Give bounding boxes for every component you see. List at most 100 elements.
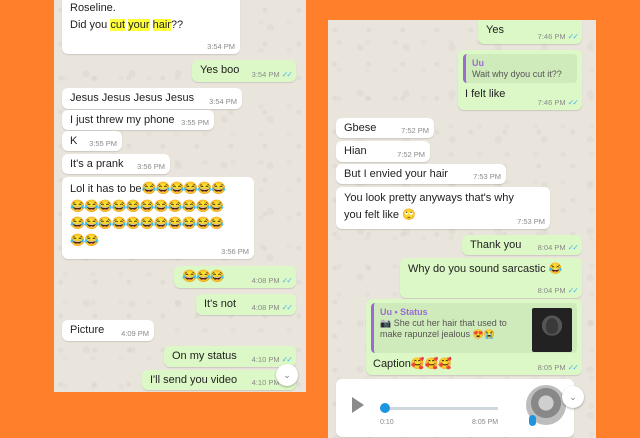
read-receipt-icon: ✓✓: [281, 303, 293, 312]
highlighted-word: your: [128, 19, 150, 31]
quoted-sender: Uu • Status: [380, 307, 428, 317]
read-receipt-icon: ✓✓: [567, 363, 579, 372]
message-text: Gbese: [344, 122, 377, 134]
message-outgoing[interactable]: On my status 4:10 PM ✓✓: [164, 346, 296, 367]
message-time: 3:54 PM: [209, 97, 237, 106]
message-outgoing[interactable]: It's not 4:08 PM ✓✓: [196, 294, 296, 315]
message-outgoing[interactable]: Why do you sound sarcastic 😂 8:04 PM ✓✓: [400, 258, 582, 298]
read-receipt-icon: ✓✓: [567, 98, 579, 107]
quoted-text: make rapunzel jealous 😍😭: [380, 329, 495, 339]
chat-panel-right: Yes 7:46 PM ✓✓ Uu Wait why dyou cut it?? …: [328, 20, 596, 438]
message-text: Thank you: [470, 239, 522, 251]
message-text: I felt like: [465, 88, 506, 100]
message-incoming[interactable]: Hian 7:52 PM: [336, 141, 430, 162]
message-time: 3:55 PM: [181, 118, 209, 127]
message-outgoing[interactable]: Yes 7:46 PM ✓✓: [478, 20, 582, 44]
message-text: I just threw my phone: [70, 114, 175, 126]
message-text-line: Roseline.: [70, 2, 116, 14]
message-time: 7:46 PM: [537, 98, 566, 107]
message-text: Yes: [486, 24, 504, 36]
message-outgoing[interactable]: I'll send you video 4:10 PM✓✓: [142, 370, 296, 390]
emoji-row: 😂😂😂😂😂😂: [141, 181, 227, 195]
message-time: 4:08 PM: [251, 303, 280, 312]
quoted-text: Wait why dyou cut it??: [472, 69, 562, 79]
message-time: 8:04 PM: [537, 286, 566, 295]
message-text: Caption🥰🥰🥰: [373, 358, 453, 370]
message-incoming[interactable]: But I envied your hair 7:53 PM: [336, 164, 506, 184]
message-time: 3:56 PM: [137, 162, 165, 171]
message-text: I'll send you video: [150, 374, 238, 386]
quoted-message[interactable]: Uu Wait why dyou cut it??: [463, 54, 577, 83]
message-meta: 3:54 PM ✓✓: [251, 70, 293, 80]
message-time: 7:46 PM: [537, 32, 566, 41]
message-time: 7:53 PM: [517, 217, 545, 226]
message-outgoing[interactable]: 😂😂😂 4:08 PM ✓✓: [174, 266, 296, 288]
message-text: It's not: [204, 298, 237, 310]
message-outgoing[interactable]: Thank you 8:04 PM ✓✓: [462, 235, 582, 255]
scroll-to-bottom-button[interactable]: ⌄: [562, 386, 584, 408]
message-incoming[interactable]: K 3:55 PM: [62, 131, 122, 151]
audio-elapsed: 0:10: [380, 419, 394, 426]
chevron-down-icon: ⌄: [283, 369, 291, 380]
message-incoming[interactable]: Lol it has to be😂😂😂😂😂😂 😂😂😂😂😂😂😂😂😂😂😂 😂😂😂😂😂…: [62, 177, 254, 259]
message-outgoing[interactable]: Uu Wait why dyou cut it?? I felt like 7:…: [458, 50, 582, 110]
message-text: Hian: [344, 145, 367, 157]
audio-progress-track[interactable]: [380, 407, 498, 410]
message-meta: 8:04 PM ✓✓: [538, 243, 579, 253]
message-text: Jesus Jesus Jesus Jesus: [70, 92, 195, 104]
message-text: Lol it has to be: [70, 183, 142, 195]
message-text: It's a prank: [70, 158, 124, 170]
message-text: On my status: [172, 350, 237, 362]
message-incoming[interactable]: Roseline. Did you cut your hair?? 3:54 P…: [62, 0, 240, 54]
message-meta: 7:46 PM ✓✓: [537, 98, 579, 108]
message-time: 7:53 PM: [473, 172, 501, 181]
message-meta: 8:04 PM ✓✓: [537, 286, 579, 296]
message-meta: 8:05 PM ✓✓: [537, 363, 579, 373]
emoji-row: 😂😂😂😂😂😂😂😂😂😂😂: [70, 216, 224, 230]
emoji-row: 😂😂: [70, 233, 99, 247]
message-time: 4:10 PM: [251, 378, 280, 387]
message-text: Did you: [70, 19, 111, 31]
quoted-status[interactable]: Uu • Status 📷 She cut her hair that used…: [371, 303, 577, 353]
emoji-row: 😂😂😂😂😂😂😂😂😂😂😂: [70, 199, 224, 213]
read-receipt-icon: ✓✓: [281, 276, 293, 285]
status-thumbnail-image: [532, 308, 572, 352]
read-receipt-icon: ✓✓: [281, 355, 293, 364]
message-outgoing[interactable]: Yes boo 3:54 PM ✓✓: [192, 60, 296, 82]
highlighted-word: cut: [110, 19, 126, 31]
message-time: 3:54 PM: [207, 42, 235, 51]
message-time: 7:52 PM: [401, 126, 429, 135]
quoted-sender: Uu: [472, 58, 484, 68]
message-time: 7:52 PM: [397, 150, 425, 159]
message-incoming[interactable]: I just threw my phone 3:55 PM: [62, 110, 214, 130]
read-receipt-icon: ✓✓: [281, 70, 293, 79]
message-incoming[interactable]: Jesus Jesus Jesus Jesus 3:54 PM: [62, 88, 242, 109]
microphone-icon: [529, 415, 536, 426]
message-incoming[interactable]: You look pretty anyways that's why you f…: [336, 187, 550, 229]
message-incoming[interactable]: It's a prank 3:56 PM: [62, 154, 170, 174]
read-receipt-icon: ✓✓: [567, 286, 579, 295]
message-text: Yes boo: [200, 64, 240, 76]
play-icon[interactable]: [352, 397, 364, 413]
message-text: Why do you sound sarcastic 😂: [408, 263, 563, 275]
message-incoming[interactable]: Gbese 7:52 PM: [336, 118, 434, 138]
message-incoming[interactable]: Picture 4:09 PM: [62, 320, 154, 341]
read-receipt-icon: ✓✓: [567, 243, 579, 252]
chat-panel-left: Roseline. Did you cut your hair?? 3:54 P…: [54, 0, 306, 392]
quoted-text: 📷 She cut her hair that used to: [380, 318, 507, 328]
message-outgoing[interactable]: Uu • Status 📷 She cut her hair that used…: [366, 299, 582, 375]
scroll-to-bottom-button[interactable]: ⌄: [276, 364, 298, 386]
message-text-line: Did you cut your hair??: [70, 17, 232, 34]
message-text-line: Lol it has to be😂😂😂😂😂😂: [70, 180, 246, 198]
audio-progress-handle[interactable]: [380, 403, 390, 413]
read-receipt-icon: ✓✓: [567, 32, 579, 41]
voice-message[interactable]: 0:10 8:05 PM: [336, 379, 574, 437]
message-time: 4:10 PM: [251, 355, 280, 364]
message-text: ??: [170, 19, 184, 31]
message-text: But I envied your hair: [344, 168, 448, 180]
message-time: 8:05 PM: [537, 363, 566, 372]
message-text-line: You look pretty anyways that's why: [344, 192, 514, 204]
message-time: 3:54 PM: [251, 70, 280, 79]
message-meta: 4:08 PM ✓✓: [251, 303, 293, 313]
message-time: 3:56 PM: [221, 247, 249, 256]
